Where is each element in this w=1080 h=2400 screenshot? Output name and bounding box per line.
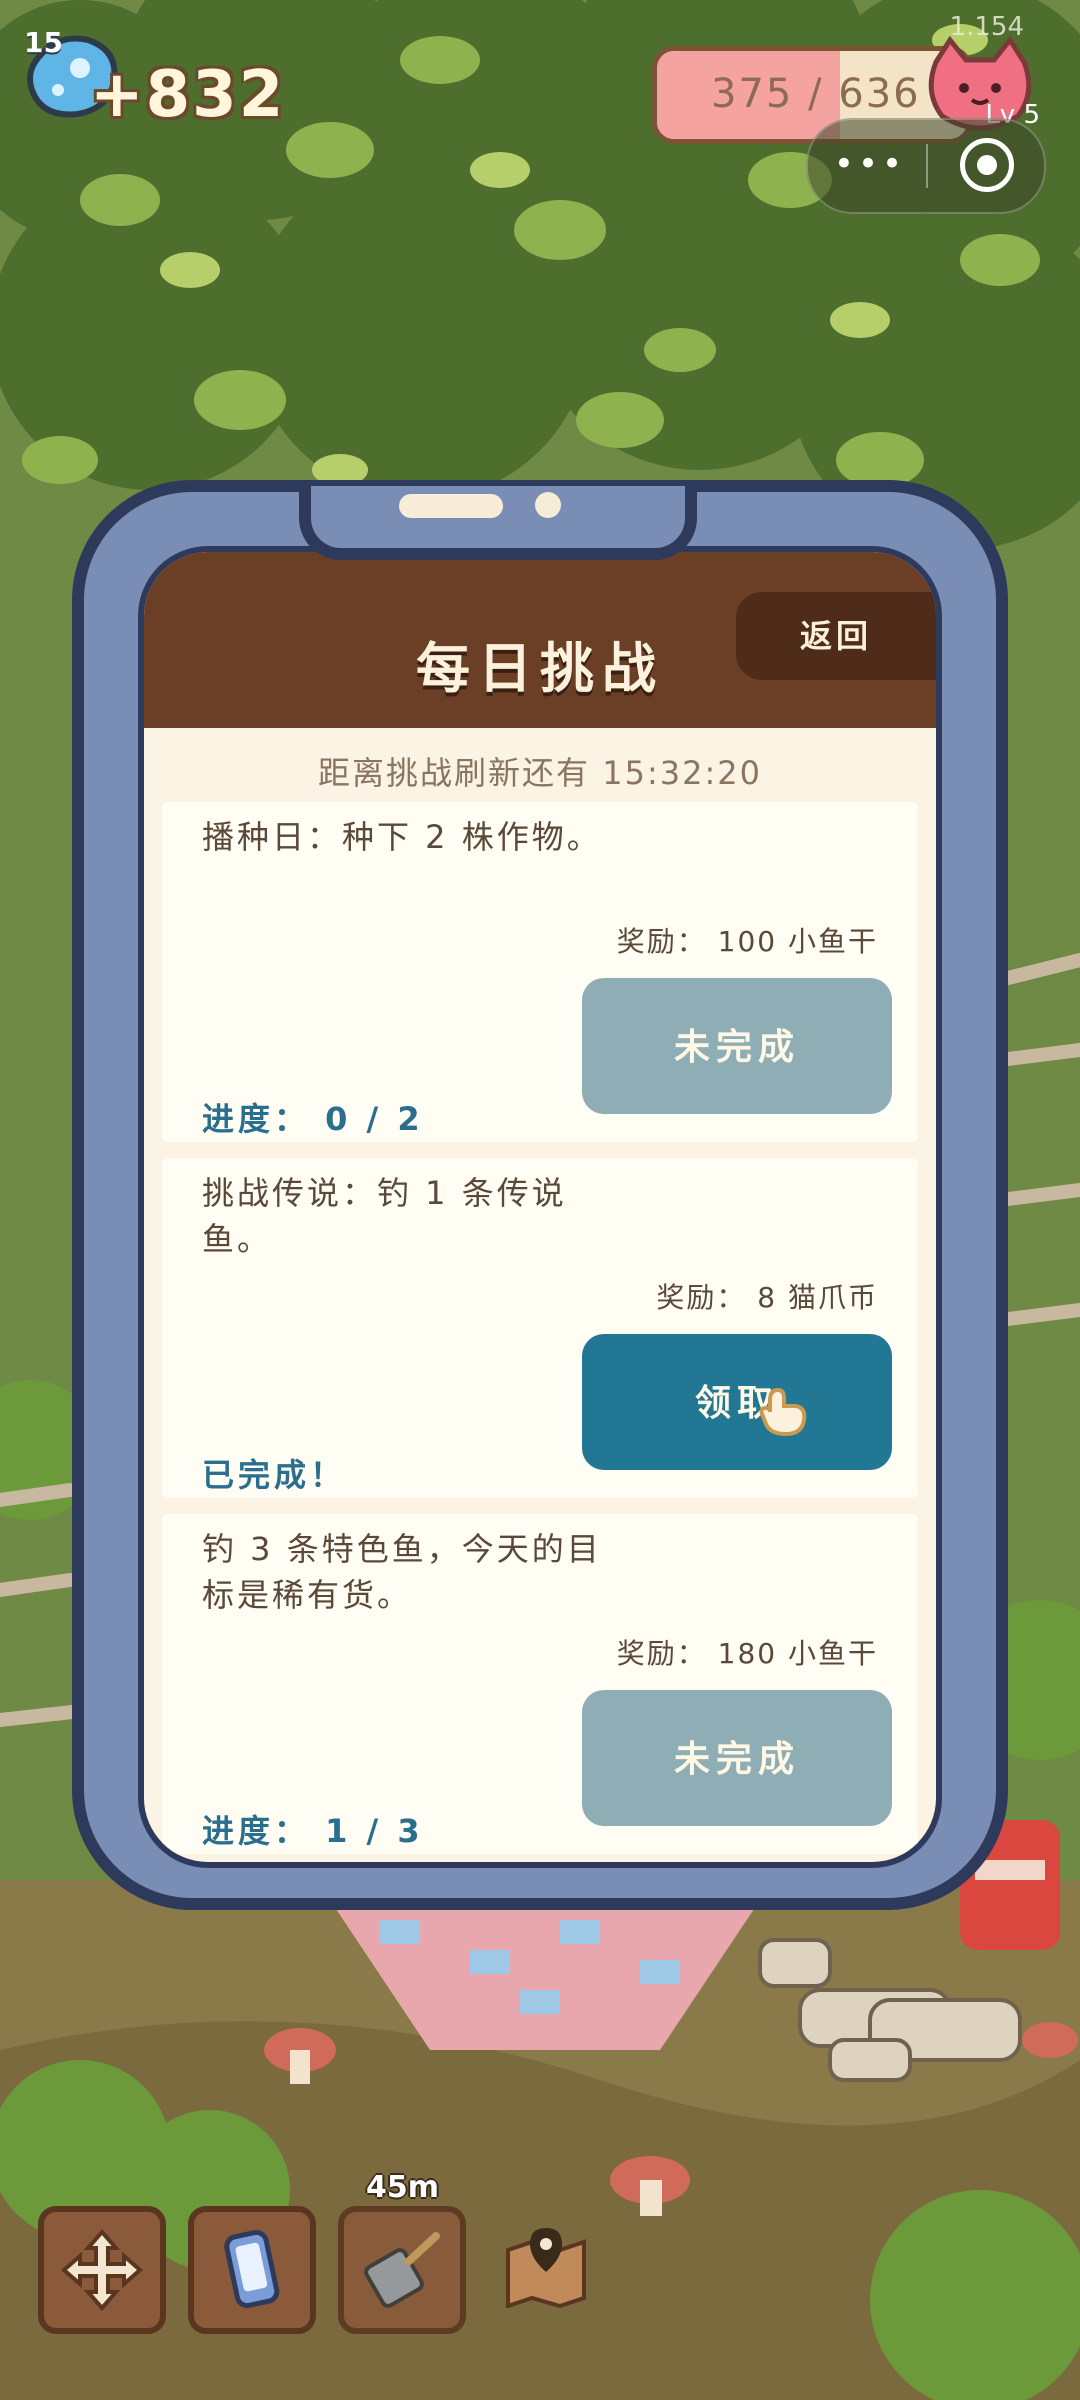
phone-notch <box>299 486 697 560</box>
challenge-description: 挑战传说：钓 1 条传说鱼。 <box>202 1174 567 1258</box>
challenge-header: 每日挑战 返回 <box>144 552 936 728</box>
gem-level-label: 15 <box>24 26 63 59</box>
challenge-reward: 奖励： 180 小鱼干 <box>616 1637 878 1670</box>
refresh-countdown: 距离挑战刷新还有 15:32:20 <box>318 754 762 792</box>
incomplete-button[interactable]: 未完成 <box>582 1690 892 1826</box>
back-button[interactable]: 返回 <box>736 592 936 680</box>
challenge-description: 钓 3 条特色鱼，今天的目标是稀有货。 <box>202 1530 602 1614</box>
notch-camera <box>535 492 561 518</box>
pointing-hand-icon <box>759 1387 807 1437</box>
phone-screen: 每日挑战 返回 距离挑战刷新还有 15:32:20 播种日：种下 2 株作物。 … <box>138 546 942 1868</box>
move-tool-button[interactable] <box>38 2206 166 2334</box>
incomplete-button[interactable]: 未完成 <box>582 978 892 1114</box>
xp-progress-text: 375 / 636 <box>711 71 921 117</box>
challenge-status: 已完成！ <box>202 1456 347 1494</box>
gem-amount-label: +832 <box>90 58 286 132</box>
challenge-card: 钓 3 条特色鱼，今天的目标是稀有货。 奖励： 180 小鱼干 未完成 进度： … <box>162 1514 918 1854</box>
map-button[interactable] <box>488 2206 616 2334</box>
cooldown-timer: 45m <box>366 2170 440 2205</box>
capsule-divider <box>926 144 928 188</box>
phone-icon <box>224 2229 280 2309</box>
notch-speaker <box>399 494 503 518</box>
challenge-card: 播种日：种下 2 株作物。 奖励： 100 小鱼干 未完成 进度： 0 / 2 <box>162 802 918 1142</box>
close-target-icon[interactable] <box>960 138 1014 192</box>
daily-challenge-phone-frame: 每日挑战 返回 距离挑战刷新还有 15:32:20 播种日：种下 2 株作物。 … <box>72 480 1008 1910</box>
challenge-panel: 每日挑战 返回 距离挑战刷新还有 15:32:20 播种日：种下 2 株作物。 … <box>144 552 936 1862</box>
challenge-description: 播种日：种下 2 株作物。 <box>202 818 602 856</box>
challenge-card: 挑战传说：钓 1 条传说鱼。 奖励： 8 猫爪币 领取 已完成！ <box>162 1158 918 1498</box>
litter-scoop-button[interactable] <box>338 2206 466 2334</box>
mini-program-capsule: ••• <box>806 118 1046 214</box>
map-icon <box>506 2228 586 2308</box>
claim-button[interactable]: 领取 <box>582 1334 892 1470</box>
challenge-reward: 奖励： 8 猫爪币 <box>656 1281 878 1314</box>
move-arrows-icon <box>60 2228 144 2312</box>
phone-tool-button[interactable] <box>188 2206 316 2334</box>
litter-scoop-icon <box>364 2232 440 2308</box>
challenge-reward: 奖励： 100 小鱼干 <box>616 925 878 958</box>
more-options-button[interactable]: ••• <box>822 144 918 188</box>
challenge-progress: 进度： 0 / 2 <box>202 1100 424 1138</box>
challenge-progress: 进度： 1 / 3 <box>202 1812 424 1850</box>
